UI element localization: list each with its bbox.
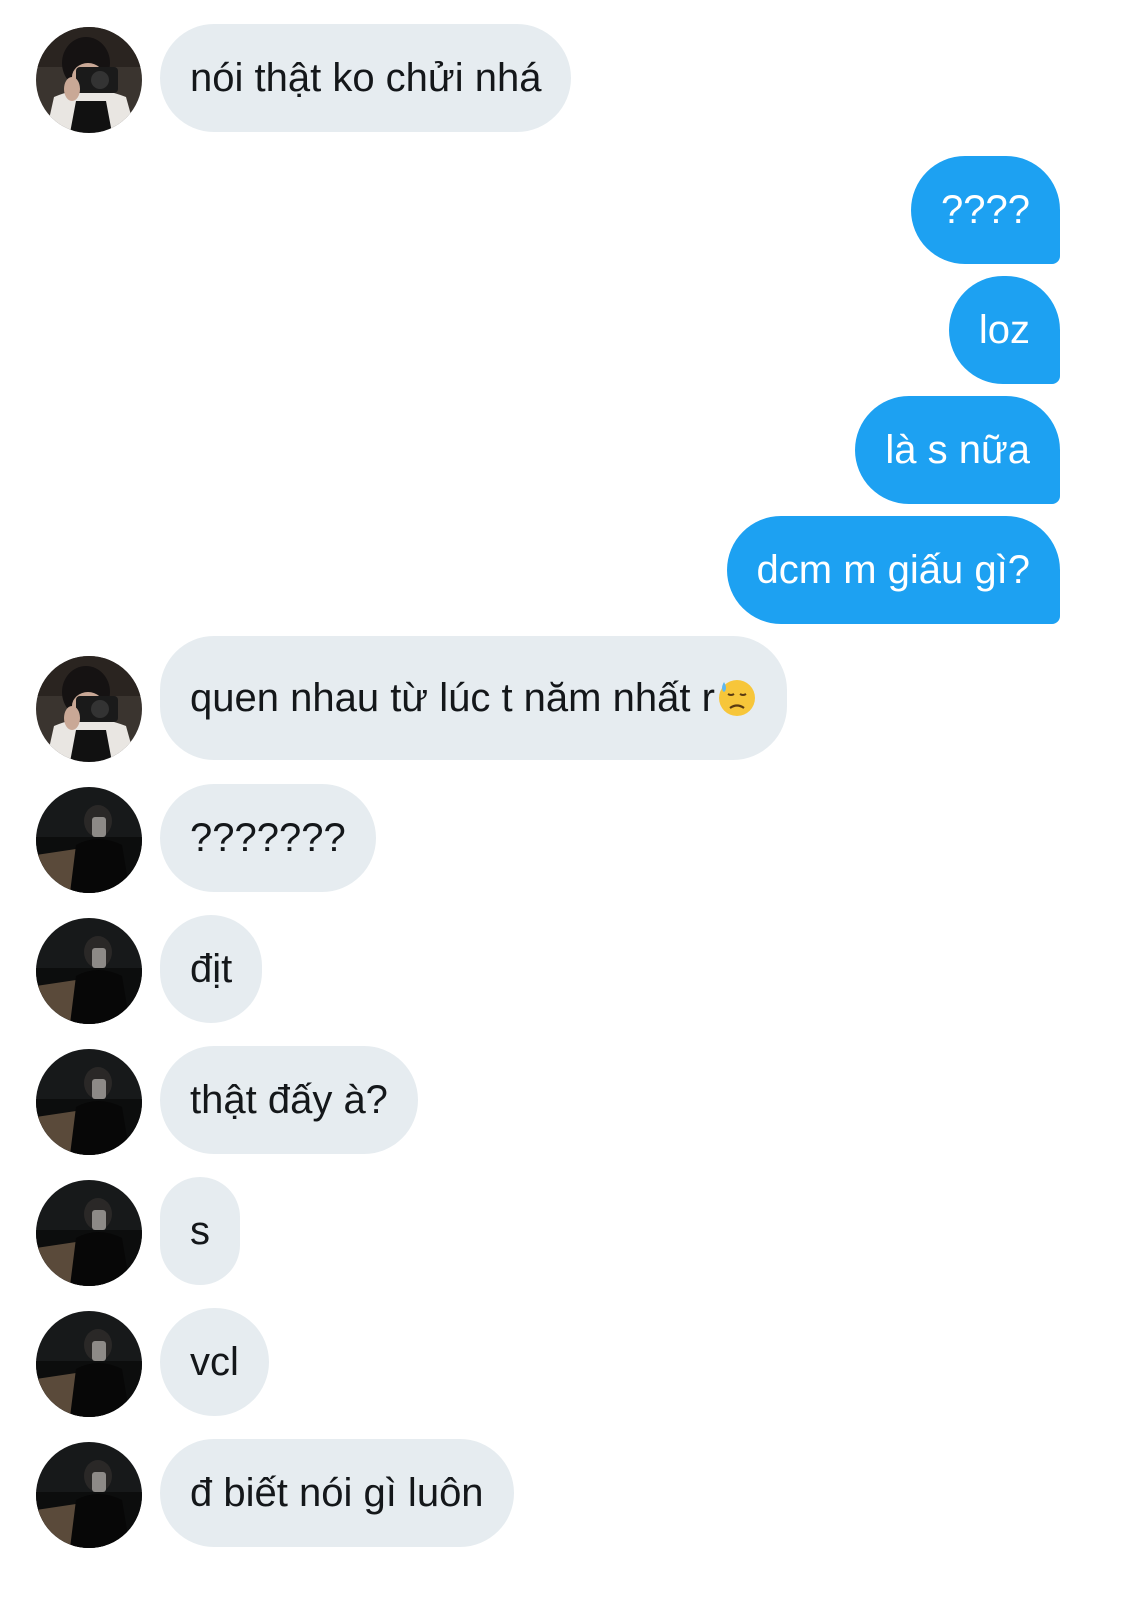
contact-avatar-dark[interactable] bbox=[36, 918, 142, 1024]
message-text: nói thật ko chửi nhá bbox=[190, 56, 542, 100]
message-bubble-outgoing[interactable]: dcm m giấu gì? bbox=[726, 516, 1060, 624]
message-text: địt bbox=[190, 947, 233, 991]
message-bubble-incoming[interactable]: nói thật ko chửi nhá bbox=[160, 24, 572, 132]
message-text: ???? bbox=[941, 188, 1030, 232]
contact-avatar-dark[interactable] bbox=[36, 1442, 142, 1548]
contact-avatar-camera[interactable] bbox=[36, 27, 142, 133]
message-text: ??????? bbox=[190, 816, 346, 860]
message-bubble-incoming[interactable]: s bbox=[160, 1177, 240, 1285]
message-bubble-outgoing[interactable]: là s nữa bbox=[855, 396, 1060, 504]
message-text: đ biết nói gì luôn bbox=[190, 1471, 484, 1515]
message-bubble-outgoing[interactable]: ???? bbox=[911, 156, 1060, 264]
message-text: là s nữa bbox=[885, 428, 1030, 472]
message-bubble-incoming[interactable]: quen nhau từ lúc t năm nhất r bbox=[160, 636, 787, 760]
message-bubble-incoming[interactable]: ??????? bbox=[160, 784, 376, 892]
message-text: quen nhau từ lúc t năm nhất r bbox=[190, 676, 715, 720]
contact-avatar-dark[interactable] bbox=[36, 1311, 142, 1417]
message-bubble-incoming[interactable]: đ biết nói gì luôn bbox=[160, 1439, 514, 1547]
message-text: thật đấy à? bbox=[190, 1078, 388, 1122]
downcast-sweat-face-emoji bbox=[717, 678, 757, 718]
contact-avatar-dark[interactable] bbox=[36, 1180, 142, 1286]
message-text: vcl bbox=[190, 1340, 239, 1384]
message-text: dcm m giấu gì? bbox=[756, 548, 1030, 592]
message-text: loz bbox=[978, 308, 1030, 352]
message-bubble-incoming[interactable]: vcl bbox=[160, 1308, 269, 1416]
contact-avatar-camera[interactable] bbox=[36, 656, 142, 762]
message-bubble-incoming[interactable]: địt bbox=[160, 915, 263, 1023]
message-text: s bbox=[190, 1209, 210, 1253]
contact-avatar-dark[interactable] bbox=[36, 1049, 142, 1155]
message-bubble-outgoing[interactable]: loz bbox=[948, 276, 1060, 384]
contact-avatar-dark[interactable] bbox=[36, 787, 142, 893]
message-bubble-incoming[interactable]: thật đấy à? bbox=[160, 1046, 418, 1154]
